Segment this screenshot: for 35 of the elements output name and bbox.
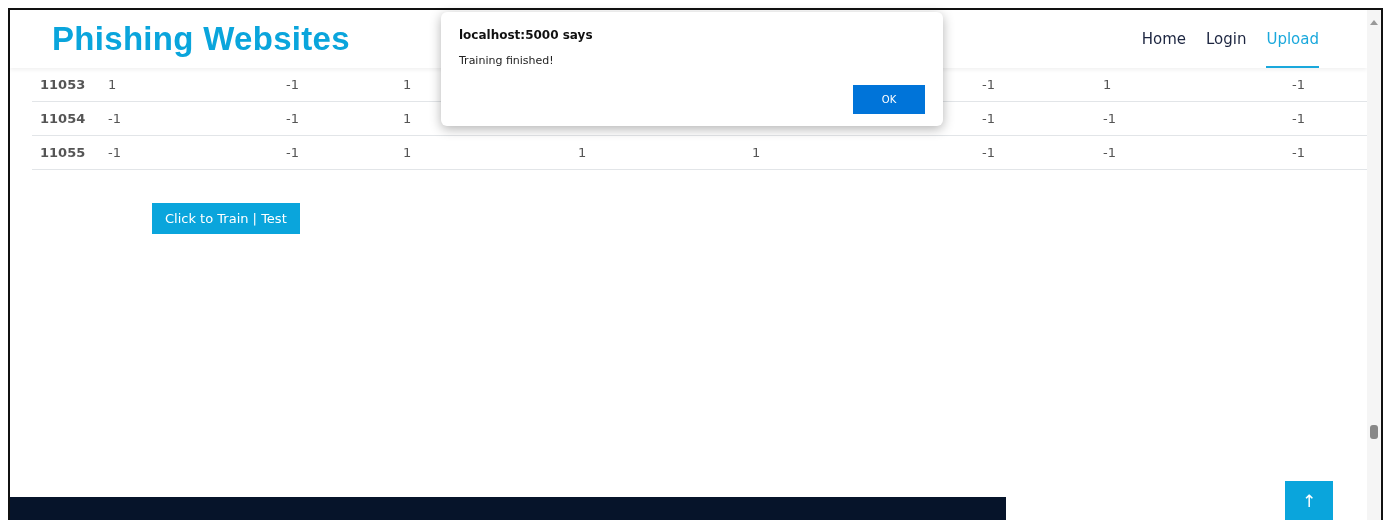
table-cell-text: 1	[752, 145, 762, 160]
table-cell-text: 1	[1103, 77, 1113, 92]
table-cell-text: -1	[982, 145, 996, 160]
table-cell-text: -1	[982, 77, 996, 92]
table-cell-text: -1	[108, 111, 122, 126]
train-test-button[interactable]: Click to Train | Test	[152, 203, 300, 234]
table-cell-text: 1	[578, 145, 588, 160]
nav-link[interactable]: Home	[1141, 10, 1186, 68]
back-to-top-button[interactable]: ↑	[1285, 481, 1333, 520]
row-index: 11055	[40, 145, 87, 160]
table-cell-text: -1	[982, 111, 996, 126]
table-cell-text: -1	[1103, 111, 1117, 126]
scrollbar[interactable]	[1367, 10, 1381, 520]
table-cell-text: -1	[108, 145, 122, 160]
table-cell-text: -1	[1292, 145, 1306, 160]
table-cell-text: -1	[286, 77, 300, 92]
row-index: 11053	[40, 77, 87, 92]
scroll-up-icon[interactable]	[1370, 20, 1378, 25]
table-cell-text: 1	[403, 77, 413, 92]
site-title: Phishing Websites	[52, 20, 350, 58]
table-cell-text: -1	[1292, 77, 1306, 92]
nav-link[interactable]: Upload	[1266, 10, 1319, 68]
table-cell-text: -1	[1292, 111, 1306, 126]
dialog-message: Training finished!	[459, 54, 555, 67]
table-cell-text: -1	[1103, 145, 1117, 160]
dialog-title: localhost:5000 says	[459, 28, 594, 42]
row-index: 11054	[40, 111, 87, 126]
table-cell-text: 1	[108, 77, 118, 92]
nav-link[interactable]: Login	[1205, 10, 1247, 68]
table-cell-text: -1	[286, 145, 300, 160]
scrollbar-thumb[interactable]	[1370, 425, 1378, 439]
table-cell-text: 1	[403, 145, 413, 160]
table-cell-text: 1	[403, 111, 413, 126]
table-cell-text: -1	[286, 111, 300, 126]
ok-button[interactable]: OK	[853, 85, 925, 114]
